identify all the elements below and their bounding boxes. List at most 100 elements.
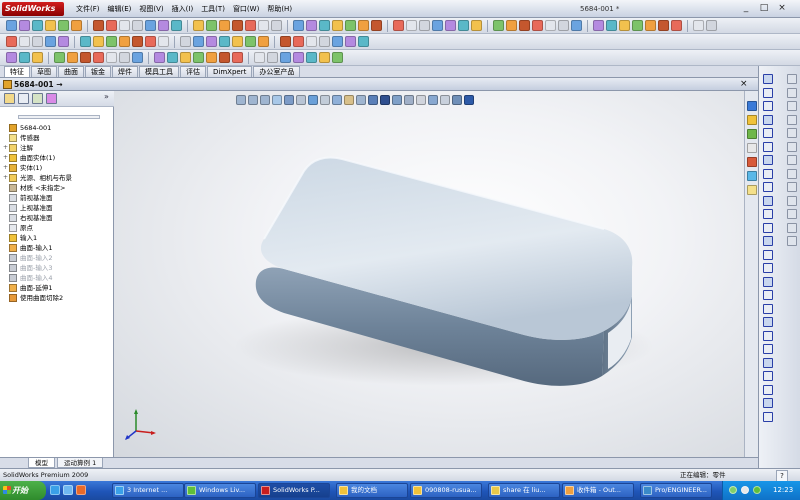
sketch-tool-icon[interactable] bbox=[763, 276, 773, 287]
toolbar-tool-icon[interactable] bbox=[206, 36, 217, 47]
taskbar-button[interactable]: SolidWorks P... bbox=[258, 483, 330, 498]
toolbar-tool-icon[interactable] bbox=[658, 20, 669, 31]
toolbar-tool-icon[interactable] bbox=[632, 20, 643, 31]
sketch-tool-icon[interactable] bbox=[763, 398, 773, 408]
sketch-tool-icon[interactable] bbox=[763, 357, 773, 368]
toolbar-tool-icon[interactable] bbox=[245, 20, 256, 31]
sketch-tool-icon[interactable] bbox=[787, 114, 797, 125]
toolbar-tool-icon[interactable] bbox=[45, 36, 56, 47]
sketch-tool-icon[interactable] bbox=[763, 114, 773, 125]
sketch-tool-icon[interactable] bbox=[763, 195, 773, 206]
toolbar-tool-icon[interactable] bbox=[306, 20, 317, 31]
menu-item-5[interactable]: 窗口(W) bbox=[231, 3, 261, 15]
sketch-tool-icon[interactable] bbox=[787, 182, 797, 192]
sketch-tool-icon[interactable] bbox=[787, 74, 797, 84]
toolbar-tool-icon[interactable] bbox=[180, 52, 191, 63]
tree-node[interactable]: 使用曲面切除2 bbox=[2, 293, 114, 303]
toolbar-tool-icon[interactable] bbox=[132, 52, 143, 63]
toolbar-tool-icon[interactable] bbox=[6, 52, 17, 63]
toolbar-tool-icon[interactable] bbox=[345, 36, 356, 47]
tree-node[interactable]: 右视基准面 bbox=[2, 213, 114, 223]
toolbar-tool-icon[interactable] bbox=[71, 20, 82, 31]
toolbar-tool-icon[interactable] bbox=[332, 36, 343, 47]
tree-node[interactable]: 上视基准面 bbox=[2, 203, 114, 213]
sketch-tool-icon[interactable] bbox=[763, 128, 773, 138]
toolbar-tool-icon[interactable] bbox=[332, 52, 343, 63]
toolbar-tool-icon[interactable] bbox=[6, 36, 17, 47]
toolbar-tool-icon[interactable] bbox=[245, 36, 256, 47]
toolbar-tool-icon[interactable] bbox=[232, 52, 243, 63]
sketch-tool-icon[interactable] bbox=[763, 411, 773, 422]
toolbar-tool-icon[interactable] bbox=[32, 36, 43, 47]
sketch-tool-icon[interactable] bbox=[787, 155, 797, 165]
tree-node[interactable]: 输入1 bbox=[2, 233, 114, 243]
command-tab-0[interactable]: 特征 bbox=[4, 66, 30, 77]
toolbar-tool-icon[interactable] bbox=[219, 52, 230, 63]
toolbar-tool-icon[interactable] bbox=[306, 36, 317, 47]
command-tab-5[interactable]: 模具工具 bbox=[139, 66, 179, 77]
model-tab-0[interactable]: 模型 bbox=[28, 458, 55, 468]
tree-node[interactable]: 曲面-输入2 bbox=[2, 253, 114, 263]
command-tab-6[interactable]: 评估 bbox=[180, 66, 206, 77]
sketch-tool-icon[interactable] bbox=[763, 236, 773, 246]
toolbar-tool-icon[interactable] bbox=[219, 20, 230, 31]
toolbar-tool-icon[interactable] bbox=[119, 36, 130, 47]
toolbar-tool-icon[interactable] bbox=[458, 20, 469, 31]
toolbar-tool-icon[interactable] bbox=[58, 36, 69, 47]
sketch-tool-icon[interactable] bbox=[763, 249, 773, 260]
tree-node[interactable]: + 实体(1) bbox=[2, 163, 114, 173]
toolbar-tool-icon[interactable] bbox=[232, 36, 243, 47]
taskbar-button[interactable]: 收件箱 - Out... bbox=[562, 483, 634, 498]
toolbar-tool-icon[interactable] bbox=[80, 36, 91, 47]
media-icon[interactable] bbox=[76, 485, 86, 495]
taskbar-button[interactable]: 090808-rusua... bbox=[410, 483, 482, 498]
toolbar-tool-icon[interactable] bbox=[345, 20, 356, 31]
toolbar-tool-icon[interactable] bbox=[193, 36, 204, 47]
toolbar-tool-icon[interactable] bbox=[158, 36, 169, 47]
menu-item-1[interactable]: 编辑(E) bbox=[106, 3, 134, 15]
toolbar-tool-icon[interactable] bbox=[393, 20, 404, 31]
sketch-tool-icon[interactable] bbox=[763, 371, 773, 381]
tree-node[interactable]: + 曲面实体(1) bbox=[2, 153, 114, 163]
sketch-tool-icon[interactable] bbox=[787, 195, 797, 206]
toolbar-tool-icon[interactable] bbox=[558, 20, 569, 31]
toolbar-tool-icon[interactable] bbox=[180, 36, 191, 47]
toolbar-tool-icon[interactable] bbox=[158, 20, 169, 31]
toolbar-tool-icon[interactable] bbox=[419, 20, 430, 31]
sketch-tool-icon[interactable] bbox=[763, 263, 773, 273]
tree-expand-toggle[interactable]: + bbox=[2, 173, 9, 183]
command-tab-4[interactable]: 焊件 bbox=[112, 66, 138, 77]
toolbar-tool-icon[interactable] bbox=[119, 20, 130, 31]
toolbar-tool-icon[interactable] bbox=[293, 36, 304, 47]
toolbar-tool-icon[interactable] bbox=[93, 52, 104, 63]
toolbar-tool-icon[interactable] bbox=[106, 36, 117, 47]
sketch-tool-icon[interactable] bbox=[787, 209, 797, 219]
sketch-tool-icon[interactable] bbox=[787, 128, 797, 138]
sketch-tool-icon[interactable] bbox=[763, 222, 773, 233]
toolbar-tool-icon[interactable] bbox=[145, 36, 156, 47]
sketch-tool-icon[interactable] bbox=[763, 182, 773, 192]
sketch-tool-icon[interactable] bbox=[763, 101, 773, 111]
sketch-tool-icon[interactable] bbox=[763, 155, 773, 165]
toolbar-tool-icon[interactable] bbox=[106, 20, 117, 31]
task-pane-icon[interactable] bbox=[747, 115, 757, 125]
toolbar-tool-icon[interactable] bbox=[132, 20, 143, 31]
toolbar-tool-icon[interactable] bbox=[519, 20, 530, 31]
toolbar-tool-icon[interactable] bbox=[280, 52, 291, 63]
toolbar-tool-icon[interactable] bbox=[319, 36, 330, 47]
messenger-icon[interactable] bbox=[753, 486, 761, 494]
menu-item-3[interactable]: 插入(I) bbox=[170, 3, 196, 15]
command-tab-1[interactable]: 草图 bbox=[31, 66, 57, 77]
toolbar-tool-icon[interactable] bbox=[19, 20, 30, 31]
taskbar-button[interactable]: share 在 liu... bbox=[488, 483, 560, 498]
toolbar-tool-icon[interactable] bbox=[319, 52, 330, 63]
toolbar-tool-icon[interactable] bbox=[358, 36, 369, 47]
task-pane-icon[interactable] bbox=[747, 101, 757, 111]
toolbar-tool-icon[interactable] bbox=[32, 20, 43, 31]
close-button[interactable]: × bbox=[776, 2, 788, 14]
graphics-area[interactable] bbox=[114, 91, 758, 457]
tree-node[interactable]: 材质 <未指定> bbox=[2, 183, 114, 193]
sketch-tool-icon[interactable] bbox=[787, 87, 797, 98]
toolbar-tool-icon[interactable] bbox=[545, 20, 556, 31]
toolbar-tool-icon[interactable] bbox=[271, 20, 282, 31]
